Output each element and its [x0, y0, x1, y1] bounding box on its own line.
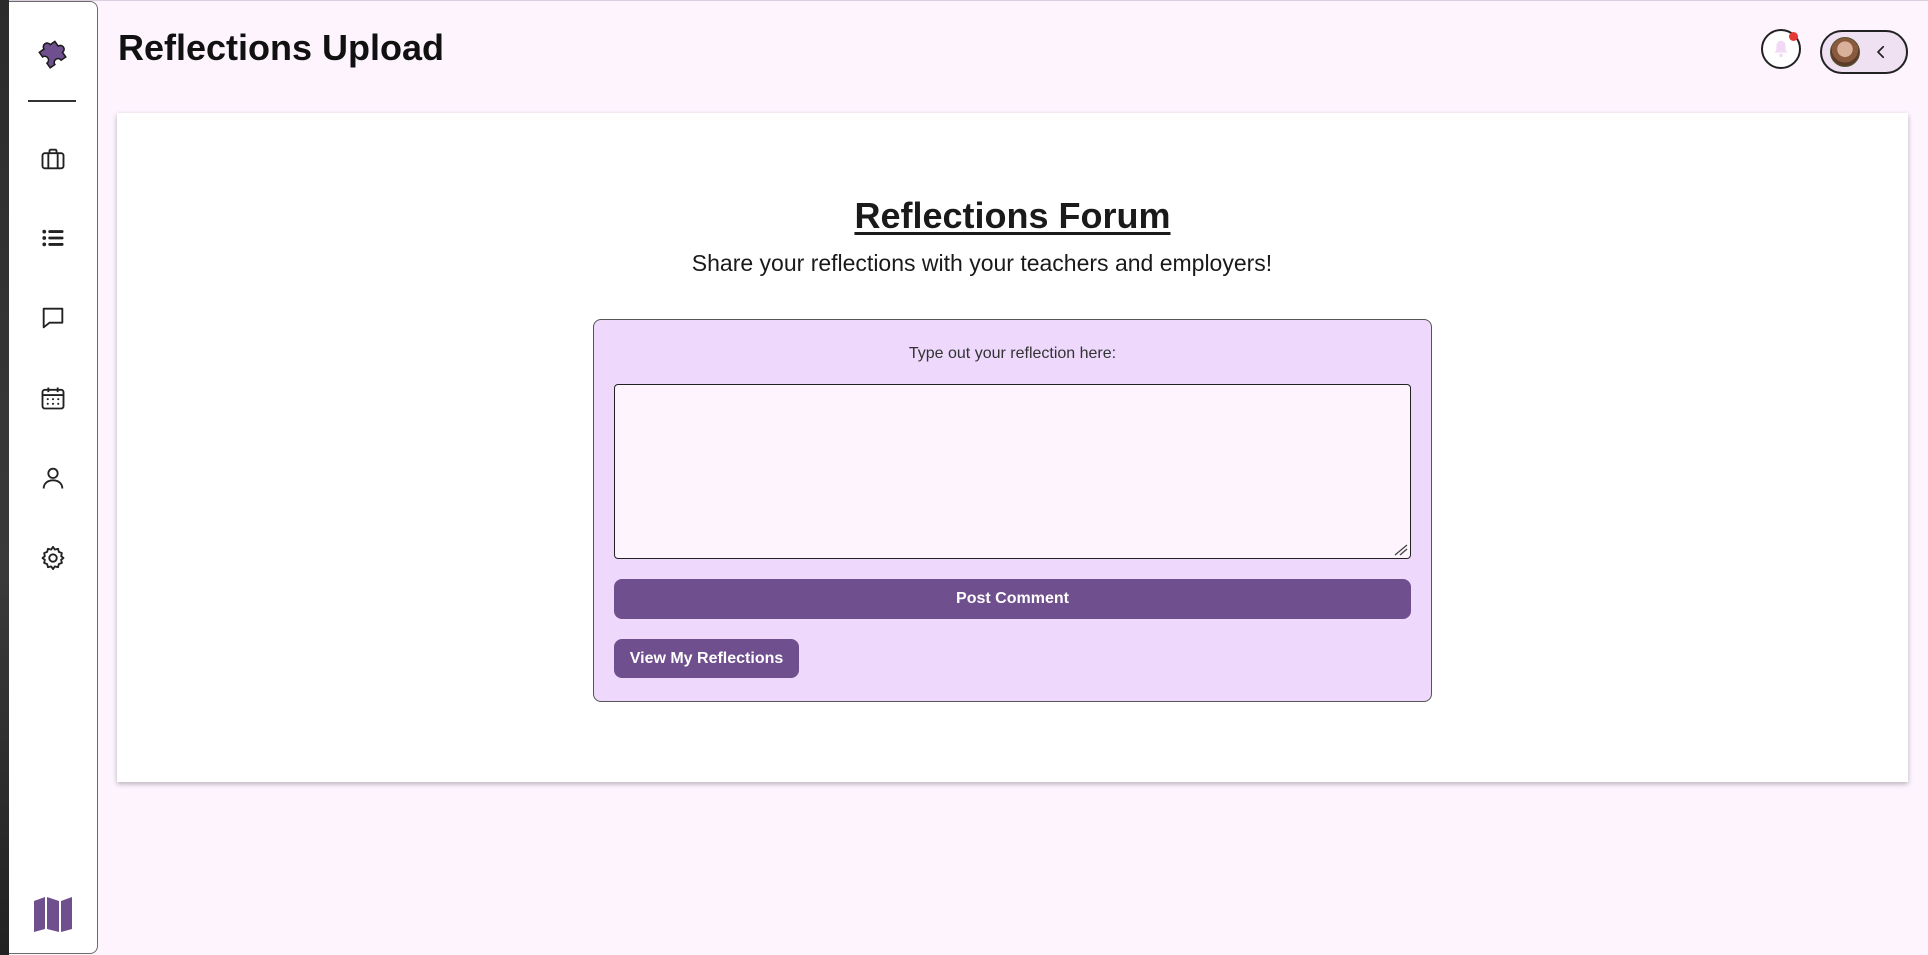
chevron-left-icon [1877, 45, 1885, 59]
forum-subtitle: Share your reflections with your teacher… [691, 250, 1273, 276]
sidebar-item-settings[interactable] [36, 541, 70, 575]
puzzle-logo-icon[interactable] [34, 33, 72, 71]
forum-title: Reflections Forum [854, 195, 1171, 236]
sidebar-item-messages[interactable] [36, 301, 70, 335]
reflection-textarea[interactable] [614, 384, 1411, 559]
reflection-field-label: Type out your reflection here: [908, 345, 1117, 362]
logo-divider [28, 100, 76, 102]
sidebar-item-list[interactable] [36, 221, 70, 255]
sidebar-item-calendar[interactable] [36, 381, 70, 415]
post-comment-button[interactable]: Post Comment [614, 579, 1411, 619]
chat-icon [42, 307, 64, 329]
sidebar [9, 1, 98, 954]
profile-menu-button[interactable] [1820, 30, 1908, 74]
user-icon [42, 467, 64, 489]
map-icon[interactable] [32, 895, 74, 933]
page-title: Reflections Upload [118, 27, 445, 68]
calendar-icon [41, 387, 65, 410]
sidebar-item-jobs[interactable] [36, 142, 70, 176]
desktop-edge [0, 0, 9, 955]
notifications-button[interactable] [1761, 29, 1801, 69]
briefcase-icon [41, 148, 65, 170]
bell-icon [1774, 40, 1788, 58]
reflections-card: Reflections Forum Share your reflections… [117, 113, 1908, 782]
sidebar-item-profile[interactable] [36, 461, 70, 495]
gear-icon [41, 545, 65, 571]
list-icon [42, 229, 64, 247]
avatar [1830, 37, 1860, 67]
reflection-form: Type out your reflection here: Post Comm… [593, 319, 1432, 702]
resize-grip-icon[interactable] [1394, 544, 1408, 556]
notification-dot [1789, 32, 1798, 41]
view-my-reflections-button[interactable]: View My Reflections [614, 639, 799, 678]
app-window: Reflections Upload Reflections Forum Sha… [9, 0, 1928, 955]
